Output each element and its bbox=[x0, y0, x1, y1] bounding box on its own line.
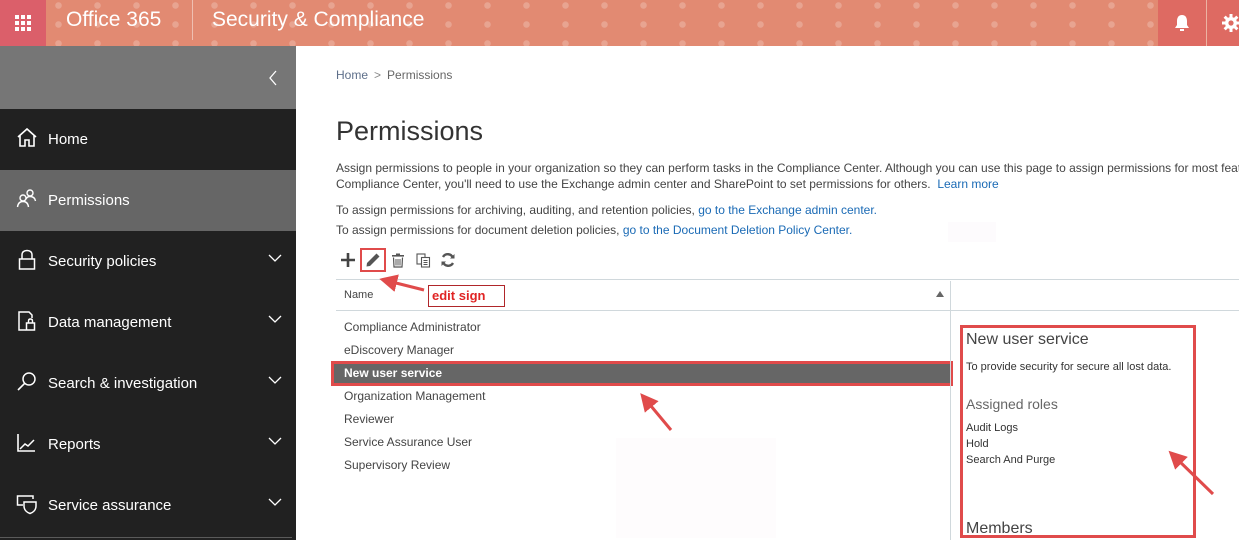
sort-ascending-icon[interactable] bbox=[936, 291, 944, 297]
refresh-icon bbox=[441, 253, 455, 267]
copy-button[interactable] bbox=[411, 249, 435, 271]
sidebar-item-label: Data management bbox=[48, 314, 172, 331]
app-title[interactable]: Security & Compliance bbox=[212, 8, 424, 32]
header-divider bbox=[192, 0, 193, 40]
chevron-down-icon[interactable] bbox=[268, 251, 282, 265]
learn-more-link[interactable]: Learn more bbox=[937, 177, 998, 191]
column-divider bbox=[950, 281, 951, 310]
refresh-button[interactable] bbox=[436, 249, 460, 271]
toolbar bbox=[336, 248, 461, 272]
breadcrumb: Home > Permissions bbox=[336, 68, 452, 82]
deletion-note: To assign permissions for document delet… bbox=[336, 223, 852, 237]
sidebar-item-service-assurance[interactable]: Service assurance bbox=[0, 475, 296, 536]
sidebar-item-label: Home bbox=[48, 131, 89, 148]
breadcrumb-home-link[interactable]: Home bbox=[336, 68, 368, 82]
shield-icon bbox=[16, 495, 37, 515]
pencil-icon bbox=[366, 253, 380, 267]
role-item: Search And Purge bbox=[966, 454, 1056, 466]
app-launcher-button[interactable] bbox=[0, 0, 46, 46]
table-row[interactable]: Compliance Administrator bbox=[336, 316, 950, 339]
home-icon bbox=[17, 127, 37, 147]
annotation-label: edit sign bbox=[428, 285, 505, 307]
sidebar-item-label: Service assurance bbox=[48, 497, 172, 514]
members-heading: Members bbox=[966, 520, 1033, 537]
assigned-roles-heading: Assigned roles bbox=[966, 396, 1058, 412]
delete-button[interactable] bbox=[386, 249, 410, 271]
assigned-roles-list: Audit Logs Hold Search And Purge bbox=[966, 420, 1190, 468]
exchange-admin-center-link[interactable]: go to the Exchange admin center. bbox=[698, 203, 877, 217]
breadcrumb-current: Permissions bbox=[387, 68, 453, 82]
top-bar: Office 365 Security & Compliance bbox=[0, 0, 1239, 46]
background-artifact bbox=[948, 222, 996, 242]
copy-icon bbox=[415, 252, 430, 268]
page-description: Assign permissions to people in your org… bbox=[336, 160, 1239, 192]
edit-button[interactable] bbox=[360, 248, 386, 272]
sidebar-item-security-policies[interactable]: Security policies bbox=[0, 231, 296, 292]
detail-pane: New user service To provide security for… bbox=[960, 325, 1196, 538]
detail-title: New user service bbox=[966, 331, 1089, 348]
chevron-left-icon bbox=[269, 70, 277, 86]
document-deletion-policy-center-link[interactable]: go to the Document Deletion Policy Cente… bbox=[623, 223, 852, 237]
chevron-down-icon[interactable] bbox=[268, 495, 282, 509]
plus-icon bbox=[341, 253, 355, 267]
sidebar-item-label: Permissions bbox=[48, 192, 130, 209]
bell-icon bbox=[1175, 15, 1189, 31]
sidebar-divider bbox=[0, 537, 292, 538]
table-row[interactable]: eDiscovery Manager bbox=[336, 339, 950, 362]
description-line-1: Assign permissions to people in your org… bbox=[336, 161, 1239, 175]
notifications-button[interactable] bbox=[1158, 0, 1206, 46]
app-launcher-icon bbox=[15, 15, 31, 31]
sidebar-item-search-investigation[interactable]: Search & investigation bbox=[0, 353, 296, 414]
column-header-name[interactable]: Name bbox=[344, 289, 373, 301]
table-row[interactable]: Reviewer bbox=[336, 408, 950, 431]
gear-icon bbox=[1222, 14, 1239, 32]
people-icon bbox=[16, 189, 37, 208]
lock-icon bbox=[18, 249, 36, 270]
table-row-selected[interactable]: New user service bbox=[331, 361, 953, 386]
settings-button[interactable] bbox=[1207, 0, 1239, 46]
archiving-note: To assign permissions for archiving, aud… bbox=[336, 203, 877, 217]
data-lock-icon bbox=[18, 311, 36, 331]
sidebar-item-label: Security policies bbox=[48, 253, 157, 270]
background-artifact bbox=[616, 438, 776, 538]
breadcrumb-separator: > bbox=[374, 68, 382, 82]
detail-pane-divider bbox=[950, 311, 951, 540]
brand-name[interactable]: Office 365 bbox=[66, 8, 161, 32]
chart-icon bbox=[17, 434, 35, 452]
sidebar-item-home[interactable]: Home bbox=[0, 109, 296, 170]
role-item: Hold bbox=[966, 438, 989, 450]
trash-icon bbox=[392, 253, 404, 268]
chevron-down-icon[interactable] bbox=[268, 434, 282, 448]
archiving-text: To assign permissions for archiving, aud… bbox=[336, 203, 695, 217]
search-icon bbox=[17, 372, 36, 391]
description-line-2: Compliance Center, you'll need to use th… bbox=[336, 177, 931, 191]
sidebar-item-label: Reports bbox=[48, 436, 101, 453]
collapse-sidebar-button[interactable] bbox=[0, 46, 296, 109]
sidebar-item-reports[interactable]: Reports bbox=[0, 414, 296, 475]
deletion-text: To assign permissions for document delet… bbox=[336, 223, 620, 237]
sidebar-item-permissions[interactable]: Permissions bbox=[0, 170, 296, 231]
detail-description: To provide security for secure all lost … bbox=[966, 361, 1172, 373]
table-row[interactable]: Organization Management bbox=[336, 385, 950, 408]
page-title: Permissions bbox=[336, 116, 484, 146]
role-item: Audit Logs bbox=[966, 422, 1018, 434]
chevron-down-icon[interactable] bbox=[268, 312, 282, 326]
chevron-down-icon[interactable] bbox=[268, 373, 282, 387]
sidebar-item-label: Search & investigation bbox=[48, 375, 198, 392]
sidebar-item-data-management[interactable]: Data management bbox=[0, 292, 296, 353]
sidebar: Home Permissions Security policies Data … bbox=[0, 46, 296, 540]
add-button[interactable] bbox=[336, 249, 360, 271]
